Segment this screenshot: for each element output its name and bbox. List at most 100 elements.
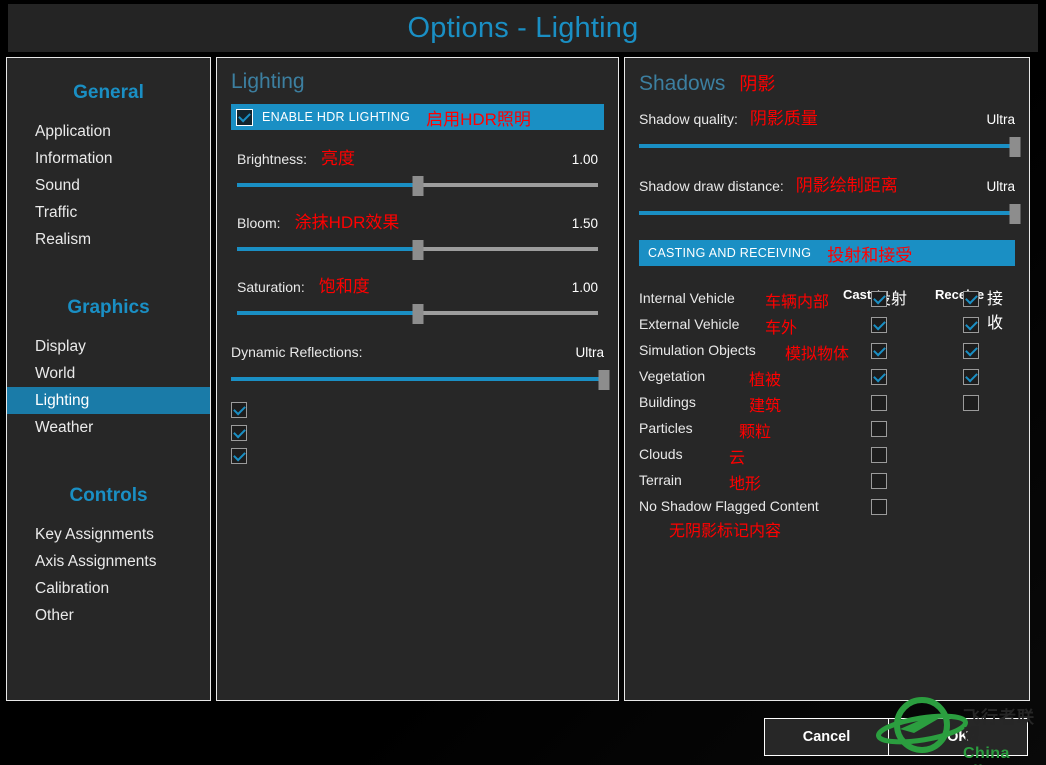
ok-button[interactable]: OK (888, 718, 1028, 756)
matrix-cast-checkbox[interactable] (871, 395, 887, 411)
slider-thumb[interactable] (412, 176, 423, 196)
dynamic-reflections-value: Ultra (575, 345, 604, 360)
matrix-cast-checkbox[interactable] (871, 447, 887, 463)
matrix-row-label: Simulation Objects (639, 342, 756, 358)
casting-receiving-annotation: 投射和接受 (827, 245, 913, 265)
matrix-row-annotation: 车辆内部 (765, 294, 830, 311)
sidebar-item-calibration[interactable]: Calibration (7, 575, 210, 602)
sidebar-item-other[interactable]: Other (7, 602, 210, 629)
matrix-row-annotation: 模拟物体 (785, 346, 850, 363)
shadows-panel: Shadows 阴影 Shadow quality: 阴影质量 Ultra Shado… (624, 57, 1030, 701)
matrix-row: Simulation Objects 模拟物体 (639, 339, 1015, 365)
slider-thumb[interactable] (1009, 137, 1021, 157)
ok-button-label: OK (947, 729, 969, 745)
matrix-row: External Vehicle 车外 (639, 313, 1015, 339)
option-checkbox[interactable] (231, 402, 247, 418)
matrix-row-label: No Shadow Flagged Content (639, 498, 819, 514)
sidebar-group-title-graphics: Graphics (67, 297, 150, 318)
matrix-row-label: External Vehicle (639, 316, 740, 332)
slider-fill (231, 377, 604, 381)
slider-saturation[interactable] (237, 304, 598, 324)
slider-annotation: 饱和度 (318, 277, 370, 296)
option-checkbox[interactable] (231, 425, 247, 441)
slider-thumb[interactable] (412, 240, 423, 260)
slider-label: Bloom: (237, 215, 281, 231)
shadow-slider-value: Ultra (986, 179, 1015, 194)
sidebar-item-realism[interactable]: Realism (7, 226, 210, 253)
sidebar-item-traffic[interactable]: Traffic (7, 199, 210, 226)
slider-fill (237, 183, 418, 187)
dynamic-reflections-slider[interactable] (231, 370, 610, 390)
slider-shadow-draw-distance[interactable] (639, 204, 1021, 224)
sidebar-item-weather[interactable]: Weather (7, 414, 210, 441)
slider-value: 1.50 (571, 216, 598, 231)
shadow-slider-label: Shadow draw distance: (639, 178, 784, 194)
sidebar-item-information[interactable]: Information (7, 145, 210, 172)
matrix-row-label: Terrain (639, 472, 682, 488)
matrix-row-label: Buildings (639, 394, 696, 410)
slider-fill (639, 144, 1015, 148)
slider-label: Brightness: (237, 151, 308, 167)
matrix-receive-checkbox[interactable] (963, 369, 979, 385)
matrix-row-annotation: 植被 (749, 372, 782, 389)
slider-bloom[interactable] (237, 240, 598, 260)
sidebar-item-application[interactable]: Application (7, 118, 210, 145)
casting-receiving-label: CASTING AND RECEIVING (648, 246, 812, 260)
sidebar-item-lighting[interactable]: Lighting (7, 387, 210, 414)
enable-hdr-lighting-checkbox[interactable] (236, 108, 253, 126)
sidebar-item-key-assignments[interactable]: Key Assignments (7, 521, 210, 548)
matrix-cast-checkbox[interactable] (871, 317, 887, 333)
matrix-receive-checkbox[interactable] (963, 343, 979, 359)
matrix-row: Terrain 地形 (639, 469, 1015, 495)
matrix-cast-checkbox[interactable] (871, 291, 887, 307)
enable-hdr-lighting-banner[interactable]: ENABLE HDR LIGHTING 启用HDR照明 (231, 104, 604, 130)
option-row-dynamic-lighting[interactable] (231, 402, 604, 418)
lighting-heading: Lighting (231, 70, 305, 93)
matrix-row-annotation: 无阴影标记内容 (669, 523, 782, 540)
options-window: Options - Lighting General Application Inf… (0, 0, 1046, 765)
matrix-row-annotation: 车外 (765, 320, 798, 337)
slider-thumb[interactable] (1009, 204, 1021, 224)
slider-fill (237, 311, 418, 315)
cancel-button-label: Cancel (802, 729, 851, 745)
slider-thumb[interactable] (598, 370, 610, 390)
lighting-panel: Lighting ENABLE HDR LIGHTING 启用HDR照明 Bri… (216, 57, 619, 701)
slider-annotation: 涂抹HDR效果 (294, 213, 400, 232)
shadows-heading: Shadows (639, 72, 726, 95)
matrix-cast-checkbox[interactable] (871, 473, 887, 489)
matrix-cast-checkbox[interactable] (871, 421, 887, 437)
matrix-row: Internal Vehicle 车辆内部 (639, 287, 1015, 313)
matrix-row-label: Vegetation (639, 368, 706, 384)
matrix-row: Vegetation 植被 (639, 365, 1015, 391)
matrix-receive-checkbox[interactable] (963, 317, 979, 333)
cancel-button[interactable]: Cancel (764, 718, 889, 756)
slider-label: Saturation: (237, 279, 305, 295)
option-checkbox[interactable] (231, 448, 247, 464)
sidebar-item-display[interactable]: Display (7, 333, 210, 360)
sidebar-item-world[interactable]: World (7, 360, 210, 387)
matrix-row-annotation: 地形 (729, 476, 762, 493)
slider-value: 1.00 (571, 280, 598, 295)
settings-sidebar: General Application Information Sound Traffi… (6, 57, 211, 701)
slider-value: 1.00 (571, 152, 598, 167)
option-row-landing-lights-illuminate-ground[interactable] (231, 425, 604, 441)
enable-hdr-lighting-label: ENABLE HDR LIGHTING (262, 110, 411, 124)
slider-brightness[interactable] (237, 176, 598, 196)
option-row-display-lens-flare[interactable] (231, 448, 604, 464)
sidebar-item-sound[interactable]: Sound (7, 172, 210, 199)
slider-thumb[interactable] (412, 304, 423, 324)
matrix-cast-checkbox[interactable] (871, 343, 887, 359)
matrix-cast-checkbox[interactable] (871, 499, 887, 515)
matrix-row: Particles 颗粒 (639, 417, 1015, 443)
matrix-row-label: Particles (639, 420, 693, 436)
sidebar-group-title-controls: Controls (69, 485, 148, 506)
matrix-row: Buildings 建筑 (639, 391, 1015, 417)
slider-annotation: 亮度 (321, 149, 356, 168)
matrix-cast-checkbox[interactable] (871, 369, 887, 385)
sidebar-group-title-general: General (73, 82, 144, 103)
matrix-receive-checkbox[interactable] (963, 395, 979, 411)
slider-shadow-quality[interactable] (639, 137, 1021, 157)
shadow-slider-annotation: 阴影质量 (749, 109, 818, 128)
matrix-receive-checkbox[interactable] (963, 291, 979, 307)
sidebar-item-axis-assignments[interactable]: Axis Assignments (7, 548, 210, 575)
